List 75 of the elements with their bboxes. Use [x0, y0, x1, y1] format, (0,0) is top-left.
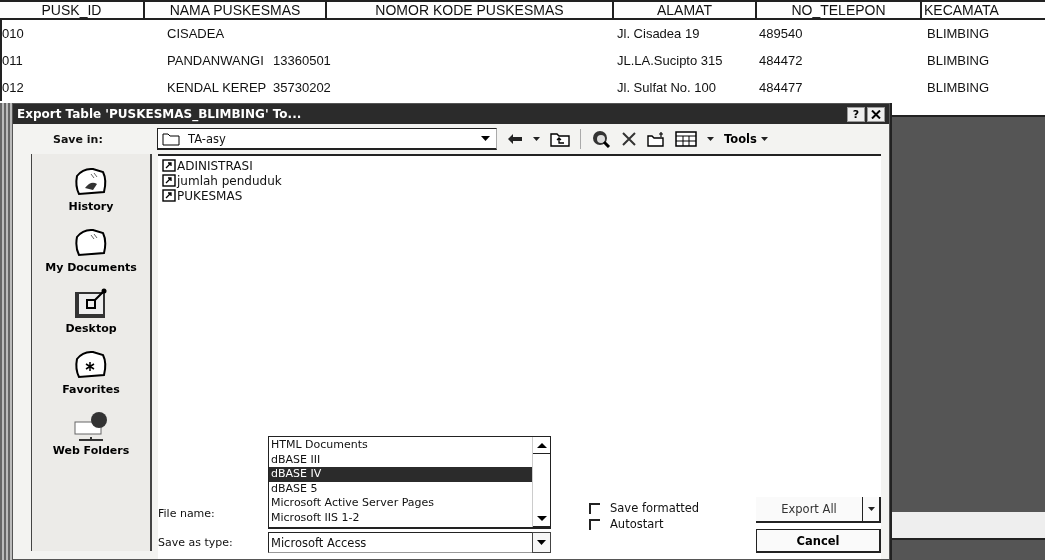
list-item[interactable]: HTML Documents	[269, 438, 532, 453]
column-header: KECAMATA	[920, 2, 1045, 18]
tools-menu[interactable]: Tools	[724, 132, 768, 146]
checkbox[interactable]	[589, 502, 600, 514]
checkbox-label: Save formatted	[610, 501, 700, 515]
table-cell: 35730202	[273, 80, 331, 95]
list-item[interactable]: Microsoft IIS 1-2	[269, 510, 532, 525]
caret-icon	[760, 137, 768, 141]
table-cell-text: BLIMBING	[927, 79, 991, 97]
save-in-label: Save in:	[53, 132, 104, 146]
table-cell-text: Jl. Cisadea 19	[617, 25, 701, 43]
shortcut-icon	[162, 174, 176, 187]
place-button[interactable]: Web Folders	[52, 410, 130, 457]
save-as-type-dropdown[interactable]: Microsoft Access	[268, 532, 551, 553]
favorites-icon	[73, 349, 109, 381]
dropdown-arrow-icon	[537, 539, 546, 546]
table-cell-text: 484472	[759, 52, 804, 70]
place-button[interactable]: Favorites	[62, 349, 120, 396]
list-item[interactable]: dBASE 5	[269, 481, 532, 496]
column-header: NOMOR KODE PUSKESMAS	[325, 2, 612, 18]
place-button[interactable]: History	[68, 166, 114, 213]
table-cell-text: JL.LA.Sucipto 315	[617, 52, 724, 70]
list-item[interactable]: dBASE IV	[269, 467, 532, 482]
file-item[interactable]: ADINISTRASI	[162, 158, 877, 173]
column-header: NO_TELEPON	[755, 2, 920, 18]
delete-icon[interactable]	[621, 131, 637, 147]
table-cell-text: 012	[2, 79, 25, 97]
list-item[interactable]: Microsoft Active Server Pages	[269, 496, 532, 511]
table-cell-text: 011	[2, 52, 24, 70]
dropdown-arrow-icon	[481, 135, 490, 142]
table-cell-text: BLIMBING	[927, 52, 991, 70]
folder-icon	[73, 227, 109, 259]
up-folder-icon[interactable]	[550, 131, 570, 147]
column-header: PUSK_ID	[40, 2, 103, 18]
help-button[interactable]: ?	[847, 106, 865, 122]
new-folder-icon[interactable]	[647, 131, 665, 147]
checkbox-label: Autostart	[610, 517, 664, 531]
place-button[interactable]: Desktop	[65, 288, 117, 335]
column-header: NAMA PUSKESMAS	[143, 2, 325, 18]
table-cell-text: CISADEA	[167, 25, 226, 43]
caret-icon[interactable]	[533, 137, 540, 141]
save-as-type-label: Save as type:	[158, 536, 234, 549]
table-cell-text: Jl. Sulfat No. 100	[617, 79, 717, 97]
checkbox[interactable]	[589, 518, 600, 530]
views-icon[interactable]	[675, 131, 697, 147]
table-cell-text: 010	[2, 25, 25, 43]
file-name-label: File name:	[158, 507, 216, 520]
cancel-button[interactable]: Cancel	[756, 529, 881, 553]
table-cell: 13360501	[273, 53, 331, 68]
file-item[interactable]: PUKESMAS	[162, 188, 877, 203]
close-icon	[871, 109, 881, 119]
caret-icon[interactable]	[707, 137, 714, 141]
caret-icon	[867, 507, 875, 511]
place-button[interactable]: My Documents	[45, 227, 137, 274]
list-item[interactable]: dBASE III	[269, 452, 532, 467]
search-web-icon[interactable]	[591, 130, 611, 148]
file-item[interactable]: jumlah penduduk	[162, 173, 877, 188]
table-cell-text: KENDAL KEREP	[167, 79, 268, 97]
column-header: ALAMAT	[612, 2, 755, 18]
list-scrollbar[interactable]	[532, 437, 550, 527]
history-icon	[73, 166, 109, 198]
dialog-title: Export Table 'PUSKESMAS_BLIMBING' To...	[17, 107, 302, 121]
table-cell-text: PANDANWANGI	[167, 52, 265, 70]
table-cell-text: 484477	[759, 79, 804, 97]
split-dropdown-button[interactable]	[863, 497, 881, 521]
back-icon[interactable]	[507, 133, 523, 145]
export-all-button[interactable]: Export All	[756, 497, 863, 521]
save-in-dropdown[interactable]: TA-asy	[157, 128, 497, 150]
shortcut-icon	[162, 159, 176, 172]
table-cell-text: BLIMBING	[927, 25, 991, 43]
table-cell-text: 489540	[759, 25, 804, 43]
folder-icon	[162, 131, 180, 146]
close-button[interactable]	[867, 106, 885, 122]
shortcut-icon	[162, 189, 176, 202]
desktop-icon	[73, 288, 109, 320]
